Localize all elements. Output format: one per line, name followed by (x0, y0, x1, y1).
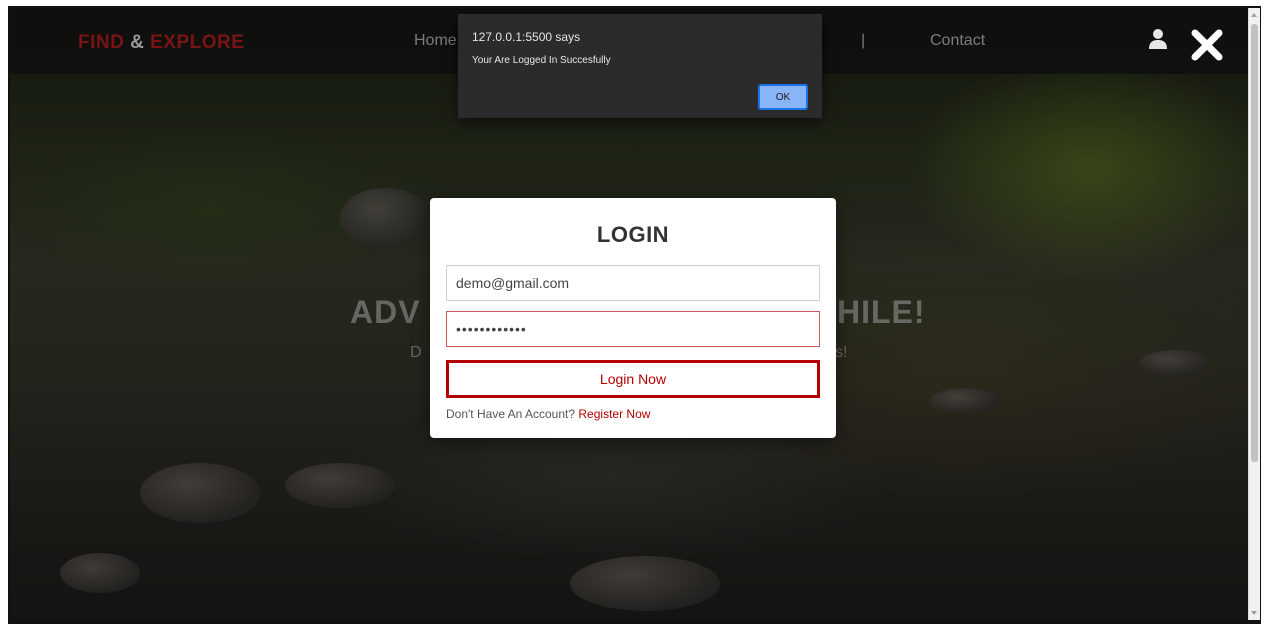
nav-separator: | (861, 32, 866, 49)
alert-origin: 127.0.0.1:5500 says (472, 30, 581, 44)
nav-home-link[interactable]: Home (414, 32, 457, 50)
user-icon-graphic (1149, 29, 1167, 49)
logo-find: FIND (78, 32, 125, 53)
hero-title-left: ADV (350, 294, 421, 330)
vertical-scrollbar[interactable] (1248, 8, 1260, 620)
scrollbar-thumb[interactable] (1251, 24, 1258, 462)
hero-title-right: HILE! (837, 294, 926, 330)
hero-subtitle-right: s! (835, 344, 848, 361)
alert-message: Your Are Logged In Succesfully (472, 55, 611, 66)
password-field[interactable] (446, 311, 820, 347)
login-button[interactable]: Login Now (446, 360, 820, 398)
email-field[interactable] (446, 265, 820, 301)
hero-subtitle-left: D (410, 344, 422, 361)
register-prompt: Don't Have An Account? (446, 407, 576, 421)
close-icon-graphic (1191, 29, 1223, 61)
nav-contact-link[interactable]: Contact (930, 32, 985, 50)
logo-explore: EXPLORE (150, 32, 245, 53)
scroll-up-icon[interactable] (1251, 13, 1257, 17)
scroll-down-icon[interactable] (1251, 611, 1257, 615)
page-viewport: FIND & EXPLORE Home | Contact ADV HILE! … (8, 6, 1261, 624)
alert-ok-button[interactable]: OK (758, 84, 808, 110)
login-modal: LOGIN Login Now Don't Have An Account? R… (430, 198, 836, 438)
site-logo[interactable]: FIND & EXPLORE (78, 32, 244, 54)
register-link[interactable]: Register Now (578, 407, 650, 421)
logo-ampersand: & (130, 32, 145, 53)
login-title: LOGIN (596, 222, 670, 247)
register-prompt-row: Don't Have An Account? Register Now (446, 407, 650, 421)
user-icon[interactable] (1148, 28, 1168, 50)
close-icon[interactable] (1190, 28, 1224, 62)
browser-alert-dialog: 127.0.0.1:5500 says Your Are Logged In S… (458, 14, 822, 118)
